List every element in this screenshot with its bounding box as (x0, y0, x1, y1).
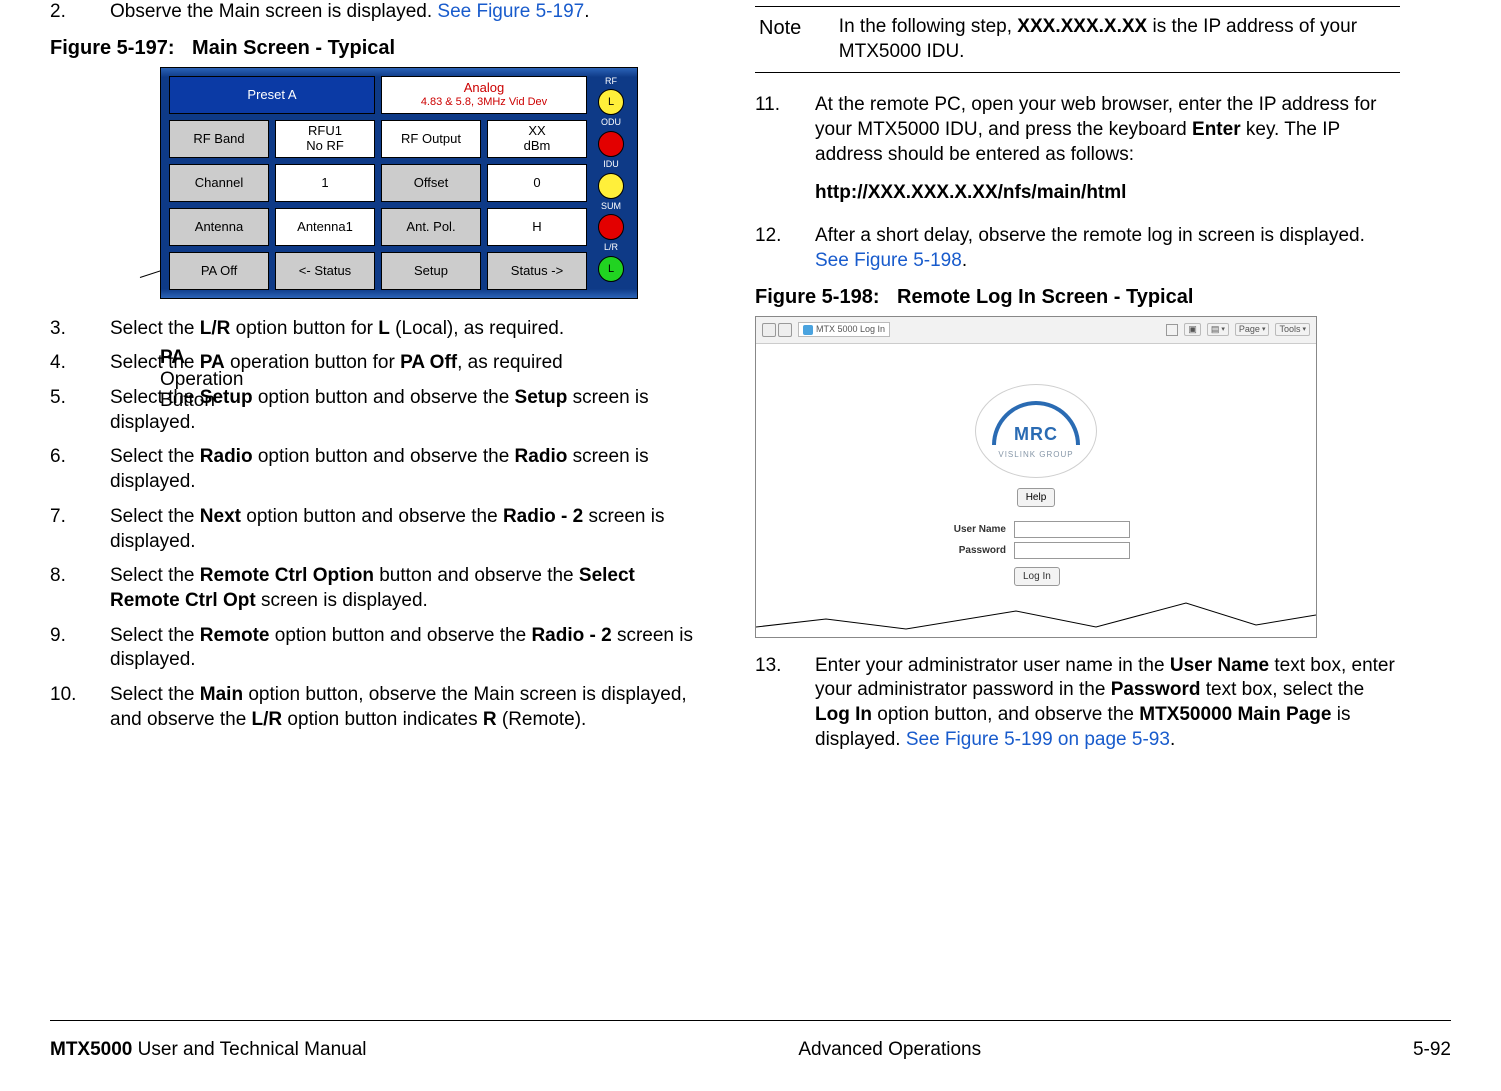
back-icon[interactable] (762, 323, 776, 337)
status-fwd-button[interactable]: Status -> (487, 252, 587, 290)
username-label: User Name (942, 523, 1006, 536)
mrc-logo: MRC VISLINK GROUP (975, 384, 1097, 478)
mode-display: Analog 4.83 & 5.8, 3MHz Vid Dev (381, 76, 587, 114)
figure-link[interactable]: See Figure 5-197 (437, 1, 584, 22)
right-column: Note In the following step, XXX.XXX.X.XX… (755, 0, 1400, 762)
main-screen-device: Preset A Analog 4.83 & 5.8, 3MHz Vid Dev… (160, 67, 638, 299)
page-menu[interactable]: Page ▾ (1235, 323, 1270, 337)
step-body: Select the Remote Ctrl Option button and… (110, 564, 695, 613)
step-body: Select the Next option button and observ… (110, 505, 695, 554)
help-button[interactable]: Help (1017, 488, 1056, 507)
channel-button[interactable]: Channel (169, 164, 269, 202)
figure-5-197-caption: Figure 5-197: Main Screen - Typical (50, 35, 695, 61)
footer-page-number: 5-92 (1413, 1039, 1451, 1061)
tools-menu[interactable]: Tools ▾ (1275, 323, 1310, 337)
dbm-value: XX dBm (487, 120, 587, 158)
offset-button[interactable]: Offset (381, 164, 481, 202)
step-body: At the remote PC, open your web browser,… (815, 93, 1400, 167)
offset-value: 0 (487, 164, 587, 202)
feed-icon[interactable]: ▣ (1184, 323, 1201, 337)
step-body: Select the Remote option button and obse… (110, 624, 695, 673)
step-number: 8. (50, 564, 110, 613)
password-label: Password (942, 544, 1006, 557)
pa-operation-callout: PA Operation Button (160, 347, 243, 413)
step-number: 4. (50, 351, 110, 376)
login-button[interactable]: Log In (1014, 567, 1060, 586)
idu-led (598, 173, 624, 199)
note-box: Note In the following step, XXX.XXX.X.XX… (755, 6, 1400, 73)
home-icon[interactable] (1166, 324, 1178, 336)
step-number: 9. (50, 624, 110, 673)
note-body: In the following step, XXX.XXX.X.XX is t… (839, 15, 1396, 64)
figure-link[interactable]: See Figure 5-199 on page 5-93 (906, 729, 1170, 750)
step-body: After a short delay, observe the remote … (815, 224, 1400, 273)
rf-output-label: RF Output (381, 120, 481, 158)
left-column: 2. Observe the Main screen is displayed.… (50, 0, 695, 762)
lr-led[interactable]: L (598, 256, 624, 282)
step-number: 6. (50, 445, 110, 494)
page-footer: MTX5000 User and Technical Manual Advanc… (50, 1039, 1451, 1061)
step-body: Enter your administrator user name in th… (815, 654, 1400, 753)
page: 2. Observe the Main screen is displayed.… (0, 0, 1501, 1091)
ant-pol-button[interactable]: Ant. Pol. (381, 208, 481, 246)
footer-left: MTX5000 User and Technical Manual (50, 1039, 367, 1061)
browser-tab[interactable]: MTX 5000 Log In (798, 322, 890, 338)
step-number: 3. (50, 317, 110, 342)
step-number: 13. (755, 654, 815, 753)
figure-5-198-caption: Figure 5-198: Remote Log In Screen - Typ… (755, 284, 1400, 310)
step-body: Select the Main option button, observe t… (110, 683, 695, 732)
rf-band-button[interactable]: RF Band (169, 120, 269, 158)
footer-center: Advanced Operations (798, 1039, 981, 1061)
step-body: Select the Radio option button and obser… (110, 445, 695, 494)
footer-rule (50, 1020, 1451, 1021)
antenna-value: Antenna1 (275, 208, 375, 246)
channel-value: 1 (275, 164, 375, 202)
step-number: 7. (50, 505, 110, 554)
setup-button[interactable]: Setup (381, 252, 481, 290)
step-number: 11. (755, 93, 815, 167)
step-number: 2. (50, 0, 110, 25)
sum-led (598, 214, 624, 240)
password-input[interactable] (1014, 542, 1130, 559)
preset-button[interactable]: Preset A (169, 76, 375, 114)
browser-toolbar: MTX 5000 Log In ▣ ▤ ▾ Page ▾ Tools ▾ (756, 317, 1316, 344)
pa-off-button[interactable]: PA Off (169, 252, 269, 290)
step-number: 5. (50, 386, 110, 435)
rf-led: L (598, 89, 624, 115)
rfu-value: RFU1 No RF (275, 120, 375, 158)
note-label: Note (759, 15, 821, 64)
login-screenshot: MTX 5000 Log In ▣ ▤ ▾ Page ▾ Tools ▾ MRC… (755, 316, 1317, 638)
tab-favicon-icon (803, 325, 813, 335)
print-icon[interactable]: ▤ ▾ (1207, 323, 1229, 337)
nav-icons (762, 323, 792, 337)
forward-icon[interactable] (778, 323, 792, 337)
figure-link[interactable]: See Figure 5-198 (815, 250, 962, 271)
step-body: Observe the Main screen is displayed. Se… (110, 0, 695, 25)
url-text: http://XXX.XXX.X.XX/nfs/main/html (815, 181, 1400, 206)
antenna-button[interactable]: Antenna (169, 208, 269, 246)
step-number: 10. (50, 683, 110, 732)
step-number: 12. (755, 224, 815, 273)
username-input[interactable] (1014, 521, 1130, 538)
status-back-button[interactable]: <- Status (275, 252, 375, 290)
odu-led (598, 131, 624, 157)
status-led-column: RF L ODU IDU SUM L/R L (593, 76, 629, 290)
ant-pol-value: H (487, 208, 587, 246)
step-body: Select the L/R option button for L (Loca… (110, 317, 695, 342)
torn-edge (756, 597, 1316, 637)
